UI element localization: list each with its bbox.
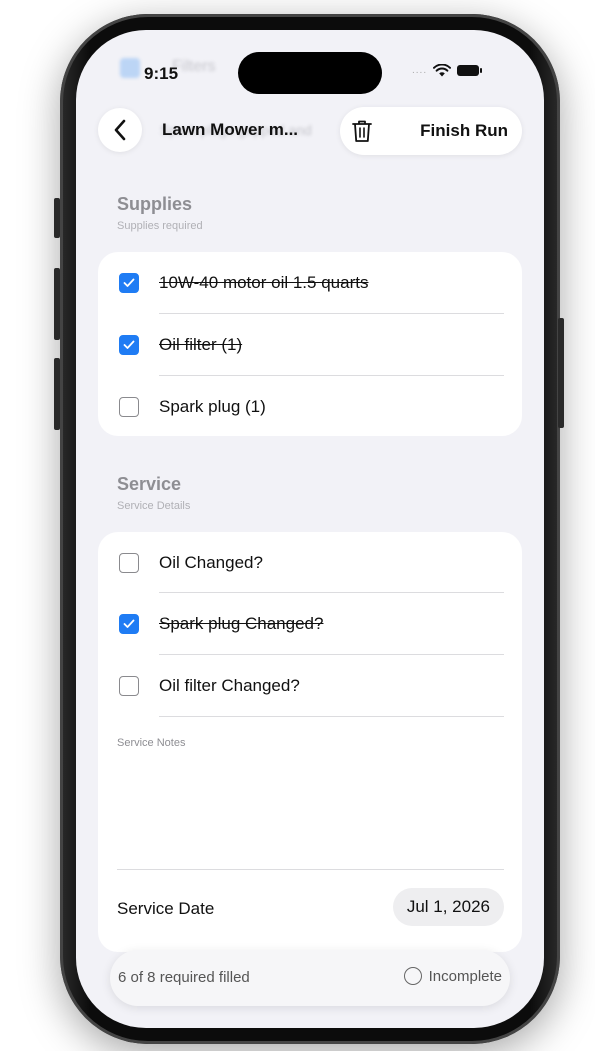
supplies-title: Supplies bbox=[117, 194, 193, 214]
supply-row[interactable]: Spark plug (1) bbox=[98, 376, 522, 438]
power-button bbox=[558, 318, 564, 428]
divider bbox=[159, 716, 504, 717]
service-notes-label: Service Notes bbox=[117, 737, 186, 749]
wifi-icon bbox=[433, 64, 452, 77]
ghost-top-item: Filters bbox=[172, 58, 216, 75]
service-label-1: Oil Changed? bbox=[159, 553, 263, 572]
screen: Filters Spark plugs gapped and 9:15 ....… bbox=[76, 30, 544, 1028]
service-row[interactable]: Oil Changed? bbox=[98, 532, 522, 594]
volume-up-button bbox=[54, 268, 60, 340]
checkmark-icon bbox=[123, 340, 135, 349]
volume-down-button bbox=[54, 358, 60, 430]
service-date-label: Service Date bbox=[117, 899, 215, 918]
status-time: 9:15 bbox=[144, 64, 179, 83]
progress-text: 6 of 8 required filled bbox=[118, 969, 250, 986]
supply-label-2: Oil filter (1) bbox=[159, 335, 243, 354]
service-notes-field[interactable] bbox=[117, 754, 504, 866]
nav-actions: Finish Run bbox=[340, 107, 522, 155]
chevron-left-icon bbox=[114, 119, 126, 141]
nav-title: Lawn Mower m... bbox=[162, 120, 299, 139]
battery-icon bbox=[457, 65, 483, 76]
service-checkbox-2[interactable] bbox=[119, 614, 139, 634]
service-date-picker[interactable]: Jul 1, 2026 bbox=[392, 888, 504, 926]
supply-label-3: Spark plug (1) bbox=[159, 397, 266, 416]
supplies-card: 10W-40 motor oil 1.5 quarts Oil filter (… bbox=[98, 252, 522, 436]
footer-bar: 6 of 8 required filled Incomplete bbox=[110, 950, 510, 1006]
service-title: Service bbox=[117, 474, 182, 494]
action-button bbox=[54, 198, 60, 238]
divider bbox=[117, 869, 504, 870]
service-card: Oil Changed? Spark plug Changed? Oil fil… bbox=[98, 532, 522, 952]
back-button[interactable] bbox=[98, 108, 142, 152]
supply-checkbox-2[interactable] bbox=[119, 335, 139, 355]
supply-checkbox-1[interactable] bbox=[119, 273, 139, 293]
trash-icon bbox=[352, 120, 372, 142]
supply-row[interactable]: Oil filter (1) bbox=[98, 314, 522, 376]
service-checkbox-3[interactable] bbox=[119, 676, 139, 696]
completion-status-label: Incomplete bbox=[428, 967, 502, 985]
incomplete-circle-icon bbox=[403, 967, 422, 985]
service-row[interactable]: Spark plug Changed? bbox=[98, 593, 522, 655]
delete-button[interactable] bbox=[340, 107, 384, 155]
service-subtitle: Service Details bbox=[117, 500, 191, 512]
dynamic-island bbox=[238, 52, 382, 94]
finish-run-button[interactable]: Finish Run bbox=[384, 121, 522, 141]
checkmark-icon bbox=[123, 619, 135, 628]
signal-icon: .... bbox=[412, 65, 428, 76]
ghost-checkbox bbox=[120, 58, 140, 78]
checkmark-icon bbox=[123, 278, 135, 287]
service-checkbox-1[interactable] bbox=[119, 553, 139, 573]
service-label-2: Spark plug Changed? bbox=[159, 614, 324, 633]
service-label-3: Oil filter Changed? bbox=[159, 676, 300, 695]
status-icons: .... bbox=[412, 64, 483, 77]
service-row[interactable]: Oil filter Changed? bbox=[98, 655, 522, 717]
supply-checkbox-3[interactable] bbox=[119, 397, 139, 417]
completion-status: Incomplete bbox=[403, 967, 502, 985]
supply-label-1: 10W-40 motor oil 1.5 quarts bbox=[159, 273, 369, 292]
supply-row[interactable]: 10W-40 motor oil 1.5 quarts bbox=[98, 252, 522, 314]
supplies-subtitle: Supplies required bbox=[117, 220, 203, 232]
